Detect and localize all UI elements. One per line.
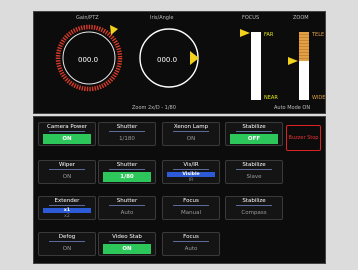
visible-ir-button[interactable]: Vis/IR Visible IR	[162, 160, 220, 184]
focus-auto-button[interactable]: Focus Auto	[162, 232, 220, 256]
button-title: Vis/IR	[183, 162, 199, 168]
button-title: Camera Power	[47, 124, 87, 130]
button-value: ON	[186, 136, 196, 142]
option-ir[interactable]: IR	[167, 178, 215, 183]
button-title: Wiper	[59, 162, 75, 168]
button-title: Extender	[54, 198, 80, 204]
button-title: Xenon Lamp	[173, 124, 209, 130]
dial2-value: 000.0	[157, 56, 178, 64]
stabilize-button[interactable]: Stabilize OFF	[225, 122, 283, 146]
button-value: OFF	[230, 134, 278, 144]
button-value: ON	[103, 244, 151, 254]
button-value: 1/80	[103, 172, 151, 182]
extender-button[interactable]: Extender x1 x2	[38, 196, 96, 220]
button-title: Video Stab	[112, 234, 142, 240]
zoom-pointer-icon	[288, 56, 298, 65]
zoom-level-fill	[299, 32, 309, 61]
video-stab-button[interactable]: Video Stab ON	[98, 232, 156, 256]
zoom-title: ZOOM	[293, 15, 309, 21]
button-value: Compass	[241, 210, 267, 216]
button-title: Shutter	[116, 162, 138, 168]
defog-button[interactable]: Defog ON	[38, 232, 96, 256]
shutter-button[interactable]: Shutter 1/80	[98, 160, 156, 184]
zoom-bar[interactable]	[299, 32, 309, 100]
focus-bar[interactable]	[251, 32, 261, 100]
button-value: Auto	[184, 246, 198, 252]
stabilize-compass-button[interactable]: Stabilize Compass	[225, 196, 283, 220]
button-title: Stabilize	[242, 198, 266, 204]
option-visible[interactable]: Visible	[167, 172, 215, 177]
focus-title: FOCUS	[242, 15, 260, 21]
camera-power-button[interactable]: Camera Power ON	[38, 122, 96, 146]
zoom-tele-label: TELE	[312, 32, 325, 38]
status-left: Zoom 2x/D - 1/80	[132, 105, 176, 111]
button-title: Focus	[183, 234, 199, 240]
dial1-value: 000.0	[78, 56, 99, 64]
stabilize-slave-button[interactable]: Stabilize Slave	[225, 160, 283, 184]
button-title: Stabilize	[242, 162, 266, 168]
wiper-button[interactable]: Wiper ON	[38, 160, 96, 184]
camera-status-panel: Gain/PTZ Iris/Angle FOCUS ZOOM 000.0 000…	[33, 11, 326, 114]
button-title: Stabilize	[242, 124, 266, 130]
button-value: ON	[62, 174, 72, 180]
shutter-speed-button[interactable]: Shutter 1/180	[98, 122, 156, 146]
button-value: Slave	[246, 174, 262, 180]
button-title: Shutter	[116, 124, 138, 130]
button-value: 1/180	[119, 136, 135, 142]
dial1-pointer-icon	[110, 25, 118, 35]
button-value: Manual	[181, 210, 201, 216]
shutter-auto-button[interactable]: Shutter Auto	[98, 196, 156, 220]
dial2-title: Iris/Angle	[150, 15, 174, 21]
xenon-lamp-button[interactable]: Xenon Lamp ON	[162, 122, 220, 146]
button-value: Auto	[120, 210, 134, 216]
status-right: Auto Mode ON	[274, 105, 311, 111]
focus-manual-button[interactable]: Focus Manual	[162, 196, 220, 220]
focus-pointer-icon	[240, 29, 250, 37]
buzzer-stop-button[interactable]: Buzzer Stop	[286, 125, 321, 151]
dial1-title: Gain/PTZ	[76, 15, 99, 21]
focus-near-label: NEAR	[264, 95, 278, 101]
zoom-wide-label: WIDE	[312, 95, 326, 101]
option-x1[interactable]: x1	[43, 208, 91, 213]
button-title: Focus	[183, 198, 199, 204]
button-value: ON	[62, 246, 72, 252]
focus-far-label: FAR	[264, 32, 274, 38]
button-title: Defog	[58, 234, 76, 240]
button-title: Shutter	[116, 198, 138, 204]
button-value: ON	[43, 134, 91, 144]
option-x2[interactable]: x2	[43, 214, 91, 219]
